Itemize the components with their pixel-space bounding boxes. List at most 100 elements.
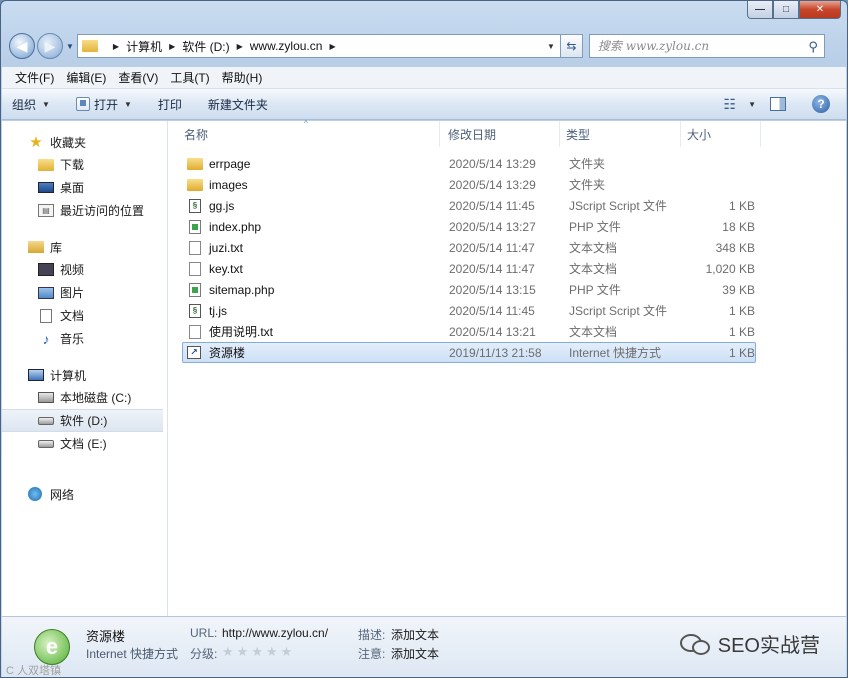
star-icon[interactable]: ★ <box>251 644 263 660</box>
script-file-icon: § <box>189 303 201 318</box>
library-icon <box>28 241 44 253</box>
file-row-selected[interactable]: ↗ 资源楼 2019/11/13 21:58 Internet 快捷方式 1 K… <box>182 342 756 363</box>
nav-item-documents[interactable]: 文档 <box>2 304 167 327</box>
details-pane: e 资源楼 Internet 快捷方式 URL: http://www.zylo… <box>2 616 846 677</box>
nav-computer-label: 计算机 <box>50 368 87 383</box>
star-icon[interactable]: ★ <box>222 644 234 660</box>
nav-item-videos[interactable]: 视频 <box>2 258 167 281</box>
breadcrumb-folder[interactable]: www.zylou.cn <box>250 39 323 53</box>
nav-item-pictures[interactable]: 图片 <box>2 281 167 304</box>
nav-favorites[interactable]: ★ 收藏夹 <box>2 131 167 153</box>
corner-watermark: C 人双塔镇 <box>6 665 61 677</box>
file-row[interactable]: § tj.js 2020/5/14 11:45 JScript Script 文… <box>182 300 756 321</box>
nav-libraries[interactable]: 库 <box>2 236 167 258</box>
explorer-window: — □ ✕ ◀ ▶ ▼ ▶ 计算机 ▶ 软件 (D:) ▶ www.zylou.… <box>0 0 848 678</box>
new-folder-button[interactable]: 新建文件夹 <box>208 96 268 113</box>
back-button[interactable]: ◀ <box>9 33 35 59</box>
address-bar[interactable]: ▶ 计算机 ▶ 软件 (D:) ▶ www.zylou.cn ▶ ▼ <box>76 34 561 58</box>
nav-item-downloads[interactable]: 下载 <box>2 153 167 176</box>
chevron-right-icon[interactable]: ▶ <box>237 42 243 51</box>
nav-item-recent[interactable]: ▤ 最近访问的位置 <box>2 199 167 222</box>
breadcrumb-drive-d[interactable]: 软件 (D:) <box>182 38 229 55</box>
nav-computer[interactable]: 计算机 <box>2 364 167 386</box>
nav-item-drive-e[interactable]: 文档 (E:) <box>2 432 167 455</box>
minimize-button[interactable]: — <box>747 1 773 19</box>
file-date: 2020/5/14 13:29 <box>449 177 536 192</box>
forward-button[interactable]: ▶ <box>37 33 63 59</box>
nav-item-drive-d[interactable]: 软件 (D:) <box>2 409 163 432</box>
details-desc-value[interactable]: 添加文本 <box>391 626 439 643</box>
details-type: Internet 快捷方式 <box>86 647 179 661</box>
search-box[interactable]: ⚲ <box>588 34 825 58</box>
chevron-right-icon[interactable]: ▶ <box>113 42 119 51</box>
star-icon[interactable]: ★ <box>281 644 293 660</box>
file-date: 2020/5/14 11:47 <box>449 240 535 255</box>
column-header-date[interactable]: 修改日期 <box>440 121 560 147</box>
column-header-size[interactable]: 大小 <box>681 121 761 147</box>
file-row[interactable]: sitemap.php 2020/5/14 13:15 PHP 文件 39 KB <box>182 279 756 300</box>
nav-item-desktop[interactable]: 桌面 <box>2 176 167 199</box>
file-row[interactable]: key.txt 2020/5/14 11:47 文本文档 1,020 KB <box>182 258 756 279</box>
column-header-name[interactable]: ^ 名称 <box>168 119 440 147</box>
computer-icon <box>28 369 44 381</box>
column-header-label: 名称 <box>184 127 209 142</box>
star-icon[interactable]: ★ <box>237 644 249 660</box>
organize-button[interactable]: 组织 ▼ <box>12 96 50 113</box>
view-options-icon[interactable]: ☷ <box>724 96 737 113</box>
file-name: images <box>209 177 248 192</box>
forward-arrow-icon: ▶ <box>44 37 56 54</box>
nav-network[interactable]: 网络 <box>2 483 167 505</box>
file-row[interactable]: 使用说明.txt 2020/5/14 13:21 文本文档 1 KB <box>182 321 756 342</box>
preview-pane-icon[interactable] <box>770 97 786 111</box>
file-size: 1 KB <box>728 198 755 213</box>
open-button[interactable]: 打开 ▼ <box>75 96 132 113</box>
recent-pages-dropdown[interactable]: ▼ <box>66 42 74 51</box>
column-header-type[interactable]: 类型 <box>560 121 681 147</box>
file-row[interactable]: errpage 2020/5/14 13:29 文件夹 <box>182 153 756 174</box>
breadcrumb-computer[interactable]: 计算机 <box>126 38 162 55</box>
search-icon[interactable]: ⚲ <box>808 39 818 55</box>
rating-stars[interactable]: ★ ★ ★ ★ ★ <box>222 644 295 660</box>
file-row[interactable]: index.php 2020/5/14 13:27 PHP 文件 18 KB <box>182 216 756 237</box>
file-date: 2020/5/14 13:27 <box>449 219 536 234</box>
close-button[interactable]: ✕ <box>799 1 841 19</box>
nav-network-label: 网络 <box>50 487 75 502</box>
search-input[interactable] <box>597 39 788 53</box>
network-icon <box>28 487 42 501</box>
file-name: gg.js <box>209 198 235 213</box>
file-type: 文本文档 <box>569 262 618 276</box>
file-name: tj.js <box>209 303 227 318</box>
help-icon[interactable]: ? <box>812 95 830 113</box>
file-row[interactable]: juzi.txt 2020/5/14 11:47 文本文档 348 KB <box>182 237 756 258</box>
chevron-right-icon[interactable]: ▶ <box>169 42 175 51</box>
details-notes-label: 注意: <box>358 647 386 661</box>
details-url-value[interactable]: http://www.zylou.cn/ <box>222 626 328 640</box>
file-row[interactable]: images 2020/5/14 13:29 文件夹 <box>182 174 756 195</box>
text-file-icon <box>189 261 201 276</box>
view-dropdown-icon[interactable]: ▼ <box>748 100 756 109</box>
print-button[interactable]: 打印 <box>158 96 182 113</box>
nav-item-drive-c[interactable]: 本地磁盘 (C:) <box>2 386 167 409</box>
main-area: ★ 收藏夹 下载 桌面 ▤ 最近访问的位置 库 视频 图片 文档 ♪ 音乐 计算… <box>2 119 846 616</box>
star-icon[interactable]: ★ <box>266 644 278 660</box>
column-header-label: 大小 <box>687 127 712 142</box>
caption-buttons: — □ ✕ <box>747 1 841 19</box>
address-dropdown-icon[interactable]: ▼ <box>542 35 560 57</box>
text-file-icon <box>189 324 201 339</box>
maximize-button[interactable]: □ <box>773 1 799 19</box>
menu-help[interactable]: 帮助(H) <box>217 69 268 86</box>
menu-file[interactable]: 文件(F) <box>10 69 59 86</box>
file-row[interactable]: § gg.js 2020/5/14 11:45 JScript Script 文… <box>182 195 756 216</box>
file-date: 2020/5/14 11:45 <box>449 303 535 318</box>
menu-tools[interactable]: 工具(T) <box>165 69 214 86</box>
nav-item-music[interactable]: ♪ 音乐 <box>2 327 167 350</box>
menu-view[interactable]: 查看(V) <box>113 69 163 86</box>
menu-edit[interactable]: 编辑(E) <box>61 69 111 86</box>
refresh-button[interactable]: ⇆ <box>560 34 583 58</box>
chevron-right-icon[interactable]: ▶ <box>329 42 335 51</box>
nav-item-label: 最近访问的位置 <box>60 204 145 218</box>
print-label: 打印 <box>157 97 182 112</box>
file-size: 1 KB <box>728 324 755 339</box>
details-notes-value[interactable]: 添加文本 <box>391 645 439 662</box>
file-name: 使用说明.txt <box>209 325 274 339</box>
